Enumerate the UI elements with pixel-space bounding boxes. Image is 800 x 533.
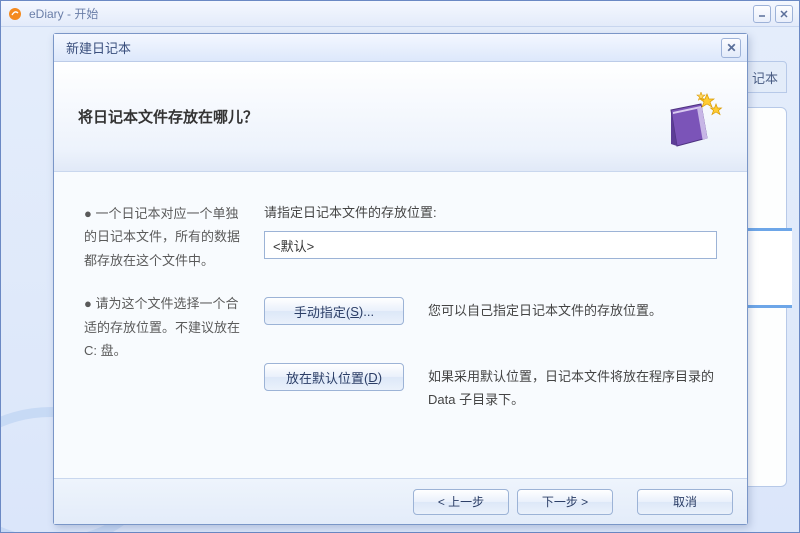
dialog-content: ● 一个日记本对应一个单独的日记本文件，所有的数据都存放在这个文件中。 ● 请为…	[54, 172, 747, 478]
default-location-button[interactable]: 放在默认位置(D)	[264, 363, 404, 391]
diary-book-icon	[663, 92, 723, 152]
parent-titlebar[interactable]: eDiary - 开始	[1, 1, 799, 27]
minimize-button[interactable]	[753, 5, 771, 23]
manual-specify-button[interactable]: 手动指定(S)...	[264, 297, 404, 325]
info-paragraph-1: ● 一个日记本对应一个单独的日记本文件，所有的数据都存放在这个文件中。	[84, 202, 240, 272]
location-label: 请指定日记本文件的存放位置:	[264, 202, 717, 221]
info-paragraph-2: ● 请为这个文件选择一个合适的存放位置。不建议放在 C: 盘。	[84, 292, 240, 362]
form-area: 请指定日记本文件的存放位置: 手动指定(S)... 您可以自己指定日记本文件的存…	[254, 202, 747, 478]
manual-specify-desc: 您可以自己指定日记本文件的存放位置。	[428, 297, 662, 322]
default-location-desc: 如果采用默认位置，日记本文件将放在程序目录的 Data 子目录下。	[428, 363, 717, 412]
new-diary-dialog: 新建日记本 将日记本文件存放在哪儿？	[53, 33, 748, 525]
cancel-button[interactable]: 取消	[637, 489, 733, 515]
header-question: 将日记本文件存放在哪儿？	[78, 106, 258, 127]
location-input[interactable]	[264, 231, 717, 259]
info-sidebar: ● 一个日记本对应一个单独的日记本文件，所有的数据都存放在这个文件中。 ● 请为…	[54, 202, 254, 478]
dialog-header: 将日记本文件存放在哪儿？	[54, 62, 747, 172]
back-button[interactable]: < 上一步	[413, 489, 509, 515]
next-button[interactable]: 下一步 >	[517, 489, 613, 515]
dialog-titlebar[interactable]: 新建日记本	[54, 34, 747, 62]
app-icon	[7, 6, 23, 22]
close-button[interactable]	[775, 5, 793, 23]
dialog-title: 新建日记本	[66, 38, 131, 57]
dialog-footer: < 上一步 下一步 > 取消	[54, 478, 747, 524]
dialog-close-button[interactable]	[721, 38, 741, 58]
app-title: eDiary - 开始	[29, 5, 98, 22]
